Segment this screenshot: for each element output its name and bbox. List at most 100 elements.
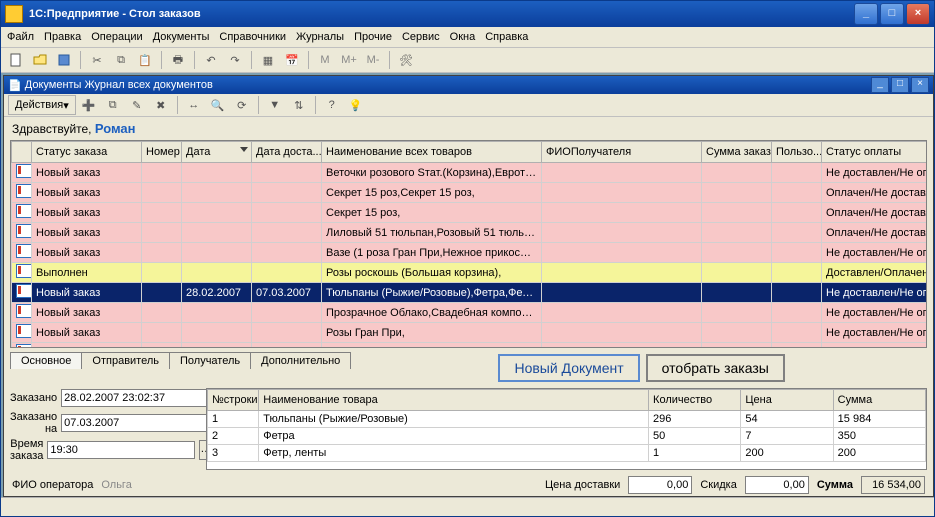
main-window: 1С:Предприятие - Стол заказов _ □ × Файл… <box>0 0 935 517</box>
tab-extra[interactable]: Дополнительно <box>250 352 351 369</box>
col-header[interactable]: Номер <box>142 142 182 163</box>
total-output <box>861 476 925 494</box>
table-row[interactable]: Новый заказПрозрачное Облако,Свадебная к… <box>12 303 928 323</box>
table-row[interactable]: Новый заказ28.02.200707.03.2007Тюльпаны … <box>12 283 928 303</box>
col-header[interactable]: Цена <box>741 390 833 411</box>
col-header[interactable]: Дата доста... <box>252 142 322 163</box>
menu-file[interactable]: Файл <box>7 31 34 43</box>
child-minimize-button[interactable]: _ <box>871 77 889 93</box>
menu-operations[interactable]: Операции <box>91 31 142 43</box>
titlebar[interactable]: 1С:Предприятие - Стол заказов _ □ × <box>1 1 934 27</box>
child-close-button[interactable]: × <box>911 77 929 93</box>
table-row[interactable]: Новый заказСекрет 15 роз,Оплачен/Не дост… <box>12 203 928 223</box>
calc-icon[interactable]: ▦ <box>257 49 279 71</box>
maximize-button[interactable]: □ <box>880 3 904 25</box>
menu-documents[interactable]: Документы <box>153 31 210 43</box>
m-icon[interactable]: M <box>314 49 336 71</box>
tool-mark-icon[interactable]: ✖ <box>150 94 172 116</box>
menu-edit[interactable]: Правка <box>44 31 81 43</box>
col-header[interactable]: Количество <box>649 390 741 411</box>
menu-journals[interactable]: Журналы <box>296 31 344 43</box>
col-header[interactable]: Статус заказа <box>32 142 142 163</box>
minimize-button[interactable]: _ <box>854 3 878 25</box>
undo-icon[interactable]: ↶ <box>200 49 222 71</box>
table-row[interactable]: ВыполненРозы роскошь (Большая корзина),Д… <box>12 263 928 283</box>
orders-grid[interactable]: Статус заказаНомерДатаДата доста...Наиме… <box>10 140 927 348</box>
menu-windows[interactable]: Окна <box>450 31 476 43</box>
table-row[interactable]: 3Фетр, ленты1200200 <box>208 445 926 462</box>
cut-icon[interactable]: ✂ <box>86 49 108 71</box>
ordered-input[interactable] <box>61 389 209 407</box>
delivery-price-input[interactable] <box>628 476 692 494</box>
redo-icon[interactable]: ↷ <box>224 49 246 71</box>
tool-add-icon[interactable]: ➕ <box>78 94 100 116</box>
col-header[interactable]: Наименование всех товаров <box>322 142 542 163</box>
table-row[interactable]: Новый заказСекрет 15 роз,Секрет 15 роз,О… <box>12 183 928 203</box>
child-maximize-button[interactable]: □ <box>891 77 909 93</box>
col-header[interactable]: Статус оплаты <box>822 142 928 163</box>
copy-icon[interactable]: ⧉ <box>110 49 132 71</box>
tool-copy-icon[interactable]: ⧉ <box>102 94 124 116</box>
tab-receiver[interactable]: Получатель <box>169 352 251 369</box>
col-header[interactable]: ФИОПолучателя <box>542 142 702 163</box>
save-icon[interactable] <box>53 49 75 71</box>
document-icon <box>16 164 32 178</box>
tool-find-icon[interactable]: 🔍 <box>207 94 229 116</box>
actions-dropdown[interactable]: Действия ▾ <box>8 95 76 115</box>
new-document-button[interactable]: Новый Документ <box>498 354 639 382</box>
table-row[interactable]: Новый заказЛиловый 51 тюльпан,Розовый 51… <box>12 223 928 243</box>
table-row[interactable]: Новый заказВеточки розового Sтат.(Корзин… <box>12 163 928 183</box>
delivery-price-label: Цена доставки <box>545 479 620 491</box>
col-header[interactable]: Сумма заказ... <box>702 142 772 163</box>
menu-references[interactable]: Справочники <box>219 31 286 43</box>
tab-sender[interactable]: Отправитель <box>81 352 170 369</box>
order-time-input[interactable] <box>47 441 195 459</box>
paste-icon[interactable]: 📋 <box>134 49 156 71</box>
table-row[interactable]: Новый заказВазе (1 роза Гран При,Нежное … <box>12 243 928 263</box>
tool-sort-icon[interactable]: ⇅ <box>288 94 310 116</box>
table-row[interactable]: 1Тюльпаны (Рыжие/Розовые)2965415 984 <box>208 411 926 428</box>
child-title: Документы Журнал всех документов <box>25 79 213 91</box>
child-titlebar[interactable]: 📄 Документы Журнал всех документов _ □ × <box>4 76 933 94</box>
table-row[interactable]: Новый заказРозы Гран При,Не доставлен/Не… <box>12 323 928 343</box>
ordered-for-input[interactable] <box>61 414 209 432</box>
calendar-icon[interactable]: 📅 <box>281 49 303 71</box>
tab-main[interactable]: Основное <box>10 352 82 369</box>
open-icon[interactable] <box>29 49 51 71</box>
ordered-label: Заказано <box>10 392 57 404</box>
tool-interval-icon[interactable]: ↔ <box>183 94 205 116</box>
tool-refresh-icon[interactable]: ⟳ <box>231 94 253 116</box>
m-minus-icon[interactable]: M- <box>362 49 384 71</box>
ordered-for-label: Заказано на <box>10 411 57 435</box>
tool-filter-icon[interactable]: ▼ <box>264 94 286 116</box>
col-header[interactable]: Пользо... <box>772 142 822 163</box>
print-icon[interactable]: 🖶 <box>167 49 189 71</box>
filter-orders-button[interactable]: отобрать заказы <box>646 354 785 382</box>
menu-service[interactable]: Сервис <box>402 31 440 43</box>
tool-help-icon[interactable]: ? <box>321 94 343 116</box>
col-header[interactable] <box>12 142 32 163</box>
col-header[interactable]: №строки <box>208 390 259 411</box>
col-header[interactable]: Сумма <box>833 390 925 411</box>
menu-help[interactable]: Справка <box>485 31 528 43</box>
table-row[interactable]: 2Фетра507350 <box>208 428 926 445</box>
main-toolbar: ✂ ⧉ 📋 🖶 ↶ ↷ ▦ 📅 M M+ M- 🛠 <box>1 48 934 73</box>
m-plus-icon[interactable]: M+ <box>338 49 360 71</box>
items-grid[interactable]: №строкиНаименование товараКоличествоЦена… <box>206 388 927 470</box>
statusbar <box>1 497 934 516</box>
child-window: 📄 Документы Журнал всех документов _ □ ×… <box>3 75 934 497</box>
close-button[interactable]: × <box>906 3 930 25</box>
child-toolbar: Действия ▾ ➕ ⧉ ✎ ✖ ↔ 🔍 ⟳ ▼ ⇅ ? 💡 <box>4 94 933 117</box>
col-header[interactable]: Дата <box>182 142 252 163</box>
tool-edit-icon[interactable]: ✎ <box>126 94 148 116</box>
new-icon[interactable] <box>5 49 27 71</box>
action-buttons: Новый Документ отобрать заказы <box>350 348 933 384</box>
tools-icon[interactable]: 🛠 <box>395 49 417 71</box>
discount-input[interactable] <box>745 476 809 494</box>
tabbar: Основное Отправитель Получатель Дополнит… <box>4 348 350 368</box>
document-icon <box>16 204 32 218</box>
tool-tip-icon[interactable]: 💡 <box>345 94 367 116</box>
col-header[interactable]: Наименование товара <box>259 390 649 411</box>
menu-other[interactable]: Прочие <box>354 31 392 43</box>
discount-label: Скидка <box>700 479 737 491</box>
